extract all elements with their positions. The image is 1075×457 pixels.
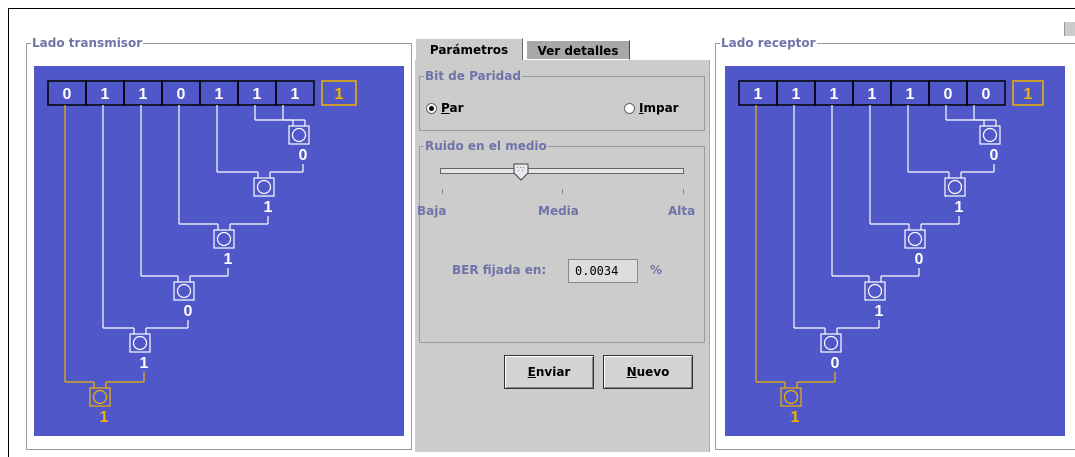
xor-output: 1 (140, 355, 149, 372)
xor-output: 0 (184, 303, 193, 320)
receiver-xor-tree: 1 1 1 1 1 0 0 1 0 1 0 1 0 1 (738, 80, 1044, 426)
xor-gate-circle (783, 389, 799, 405)
transmitter-board: 0 1 1 0 1 1 1 1 0 1 1 0 1 1 (34, 66, 404, 436)
radio-impar-label: Impar (639, 101, 679, 115)
ber-unit: % (650, 263, 663, 277)
parity-legend: Bit de Paridad (424, 68, 522, 84)
xor-output: 1 (264, 199, 273, 216)
send-button-mnemonic: E (527, 365, 536, 379)
bit-value: 1 (139, 86, 148, 103)
xor-gate-circle (256, 179, 272, 195)
radio-impar[interactable]: Impar (624, 101, 679, 115)
xor-gate-circle (907, 231, 923, 247)
bit-value: 1 (906, 86, 915, 103)
bit-value: 1 (868, 86, 877, 103)
radio-par-indicator (426, 102, 437, 114)
slider-tick-high (683, 189, 684, 194)
xor-output: 0 (831, 355, 840, 372)
new-button-mnemonic: N (626, 365, 637, 379)
receiver-legend: Lado receptor (720, 35, 817, 51)
slider-label-alta: Alta (668, 204, 696, 218)
xor-gate-circle (176, 283, 192, 299)
parameters-panel: Bit de Paridad Par Impar Ruido en el med… (415, 60, 710, 452)
slider-label-media: Media (538, 204, 579, 218)
tab-parametros[interactable]: Parámetros (415, 38, 523, 60)
xor-output: 0 (915, 251, 924, 268)
slider-tick-low (442, 189, 443, 194)
send-button[interactable]: Enviar (504, 355, 594, 389)
bit-value: 1 (792, 86, 801, 103)
xor-output: 1 (875, 303, 884, 320)
ber-label: BER fijada en: (452, 263, 547, 277)
xor-output: 0 (990, 147, 999, 164)
final-parity-output: 1 (791, 409, 800, 426)
tab-ver-detalles[interactable]: Ver detalles (526, 40, 630, 60)
xor-gate-circle (867, 283, 883, 299)
radio-par-label: Par (441, 101, 464, 115)
bit-value: 0 (982, 86, 991, 103)
scrollbar-up[interactable] (1064, 22, 1075, 36)
bit-value: 1 (215, 86, 224, 103)
transmitter-xor-tree: 0 1 1 0 1 1 1 1 0 1 1 0 1 1 (47, 80, 357, 426)
bit-value: 1 (101, 86, 110, 103)
xor-gate-circle (982, 127, 998, 143)
send-button-label: nviar (535, 365, 571, 379)
final-parity-output: 1 (100, 409, 109, 426)
xor-gate-circle (947, 179, 963, 195)
new-button[interactable]: Nuevo (603, 355, 693, 389)
bit-value: 0 (177, 86, 186, 103)
xor-gate-circle (291, 127, 307, 143)
transmitter-legend: Lado transmisor (31, 35, 144, 51)
xor-gate-circle (92, 389, 108, 405)
slider-label-baja: Baja (417, 204, 447, 218)
noise-slider-track[interactable] (440, 168, 684, 174)
slider-tick-mid (562, 189, 563, 194)
bit-value: 1 (253, 86, 262, 103)
xor-gate-circle (132, 335, 148, 351)
xor-output: 1 (224, 251, 233, 268)
parity-bit-value: 1 (1024, 86, 1033, 103)
xor-output: 0 (299, 147, 308, 164)
bit-value: 0 (944, 86, 953, 103)
bit-value: 0 (63, 86, 72, 103)
noise-slider-thumb[interactable] (513, 163, 529, 181)
noise-group: Ruido en el medio Baja Media Alta BER fi… (417, 138, 705, 343)
bit-value: 1 (291, 86, 300, 103)
bit-value: 1 (754, 86, 763, 103)
ber-value-field[interactable]: 0.0034 (568, 259, 638, 283)
xor-gate-circle (216, 231, 232, 247)
bit-value: 1 (830, 86, 839, 103)
parity-bit-value: 1 (335, 86, 344, 103)
noise-legend: Ruido en el medio (424, 138, 548, 154)
new-button-label: uevo (636, 365, 670, 379)
radio-impar-indicator (624, 102, 635, 114)
parity-group: Bit de Paridad Par Impar (419, 68, 705, 131)
xor-output: 1 (955, 199, 964, 216)
radio-par[interactable]: Par (426, 101, 464, 115)
xor-gate-circle (823, 335, 839, 351)
receiver-board: 1 1 1 1 1 0 0 1 0 1 0 1 0 1 (725, 66, 1065, 436)
